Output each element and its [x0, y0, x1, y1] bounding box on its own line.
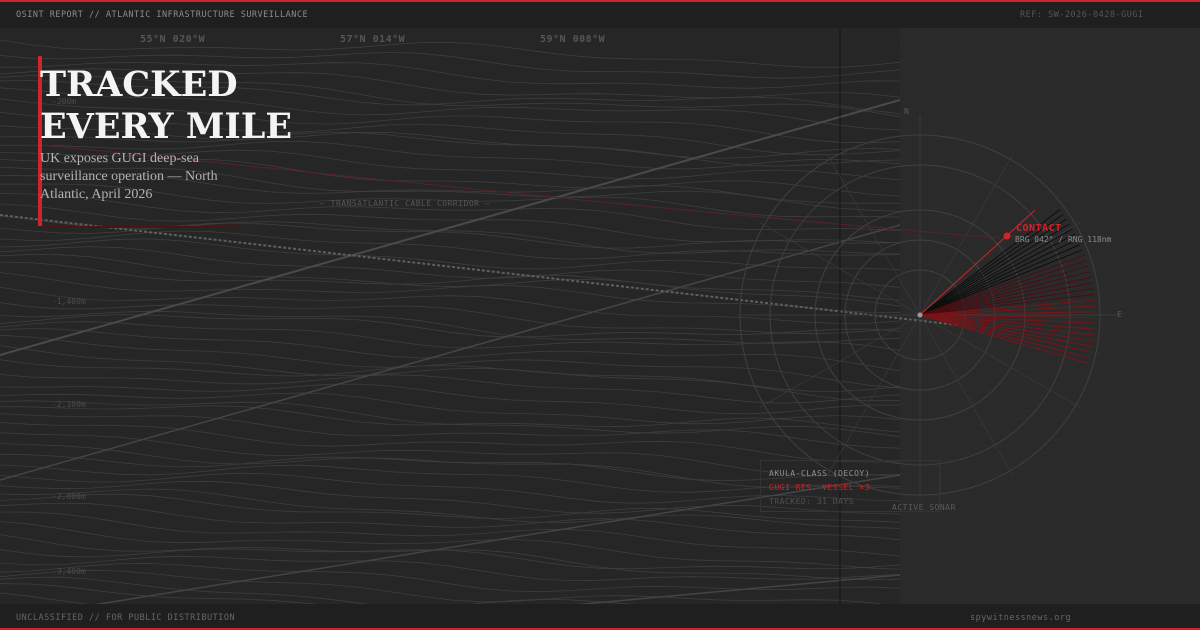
contour-line [0, 246, 901, 288]
contour-line [0, 534, 901, 581]
cable-corridor-label: — TRANSATLANTIC CABLE CORRIDOR — [320, 199, 491, 208]
reference-code: REF: SW-2026-0428-GUGI [1020, 10, 1144, 20]
contour-line [0, 345, 901, 402]
coordinate-label: 59°N 008°W [540, 34, 606, 45]
legend-item-decoy: AKULA-CLASS (DECOY) [769, 469, 871, 478]
coordinate-label: 55°N 020°W [140, 34, 206, 45]
headline-line-1: TRACKED [40, 64, 238, 105]
contour-line [0, 328, 901, 372]
radar-center [917, 312, 923, 318]
contour-line [0, 383, 901, 415]
contact-marker [1003, 232, 1011, 240]
contour-line [0, 302, 901, 335]
contact-bearing-range: BRG 042° / RNG 118nm [1015, 235, 1112, 244]
og-card: OSINT REPORT // ATLANTIC INFRASTRUCTURE … [0, 0, 1200, 630]
depth-label: -3,400m [52, 567, 86, 576]
depth-label: -2,800m [52, 492, 86, 501]
contour-line [0, 286, 901, 324]
contour-line [0, 230, 901, 260]
radar-east-label: E [1117, 310, 1122, 319]
depth-label: -1,400m [52, 297, 86, 306]
coordinate-label: 57°N 014°W [340, 34, 406, 45]
site-url: spywitnessnews.org [970, 613, 1072, 623]
contour-line [0, 215, 901, 255]
footer-bar: UNCLASSIFIED // FOR PUBLIC DISTRIBUTION … [0, 604, 1200, 628]
subtitle: UK exposes GUGI deep-sea surveillance op… [40, 151, 218, 202]
vessel-legend: AKULA-CLASS (DECOY) GUGI RES. VESSEL ×3 … [760, 460, 940, 512]
contour-line [0, 521, 901, 570]
contour-line [0, 374, 901, 404]
headline-underline [42, 226, 238, 228]
contour-line [0, 555, 901, 582]
headline: TRACKED EVERY MILE [40, 64, 340, 148]
depth-label: -2,100m [52, 400, 86, 409]
contact-label: CONTACT [1016, 223, 1062, 234]
contour-line [0, 511, 901, 557]
header-label: OSINT REPORT // ATLANTIC INFRASTRUCTURE … [16, 10, 309, 20]
contour-line [0, 569, 901, 607]
radar-north-label: N [904, 107, 909, 116]
contour-line [0, 238, 901, 270]
legend-item-tracked-duration: TRACKED: 31 DAYS [769, 497, 855, 506]
header-bar: OSINT REPORT // ATLANTIC INFRASTRUCTURE … [0, 2, 1200, 28]
legend-item-gugi-vessels: GUGI RES. VESSEL ×3 [769, 483, 871, 492]
classification-label: UNCLASSIFIED // FOR PUBLIC DISTRIBUTION [16, 613, 236, 623]
contour-line [0, 359, 901, 392]
headline-line-2: EVERY MILE [40, 106, 293, 147]
